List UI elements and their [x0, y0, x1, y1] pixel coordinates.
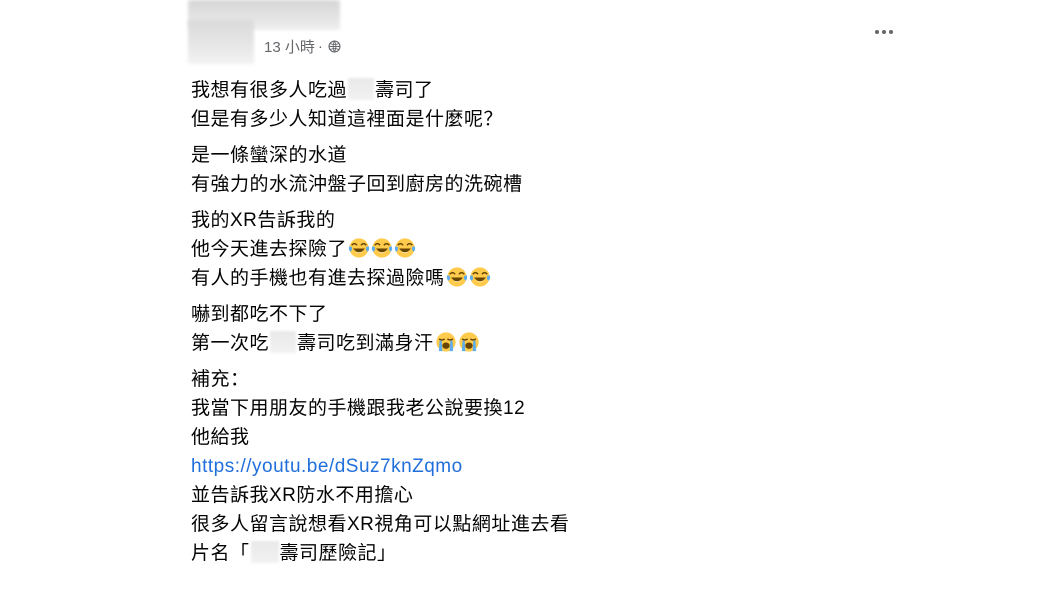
- post-text: 壽司歷險記」: [279, 543, 397, 564]
- post-paragraph: 我想有很多人吃過 壽司了 但是有多少人知道這裡面是什麼呢？: [191, 76, 891, 134]
- redacted-shop-name: [250, 541, 279, 563]
- more-options-icon-dot: [882, 30, 886, 34]
- tears-of-joy-emoji-icon: [371, 237, 393, 259]
- meta-separator: ·: [317, 37, 323, 55]
- post-text: 有人的手機也有進去探過險嗎: [191, 268, 445, 289]
- post-line: 並告訴我XR防水不用擔心: [191, 485, 414, 506]
- more-options-icon-dot: [889, 30, 893, 34]
- post-text: 我想有很多人吃過: [191, 80, 348, 101]
- tears-of-joy-emoji-icon: [469, 266, 491, 288]
- post-body: 我想有很多人吃過 壽司了 但是有多少人知道這裡面是什麼呢？ 是一條蠻深的水道 有強…: [191, 76, 891, 575]
- avatar-redacted[interactable]: [188, 20, 254, 64]
- post-paragraph: 補充： 我當下用朋友的手機跟我老公說要換12 他給我 https://youtu…: [191, 365, 891, 568]
- post-text: 壽司吃到滿身汗: [297, 333, 434, 354]
- post-line: 是一條蠻深的水道: [191, 145, 348, 166]
- post-paragraph: 嚇到都吃不下了 第一次吃 壽司吃到滿身汗: [191, 300, 891, 358]
- more-options-icon: [875, 30, 879, 34]
- redacted-shop-name: [270, 331, 297, 353]
- post-line: 有強力的水流沖盤子回到廚房的洗碗槽: [191, 174, 523, 195]
- post-line: 我當下用朋友的手機跟我老公說要換12: [191, 398, 526, 419]
- post-line: 有人的手機也有進去探過險嗎: [191, 264, 891, 293]
- loudly-crying-emoji-icon: [458, 331, 480, 353]
- more-options-button[interactable]: [868, 20, 900, 44]
- post-text: 他今天進去探險了: [191, 239, 348, 260]
- post-line: https://youtu.be/dSuz7knZqmo: [191, 452, 891, 481]
- post-line: 他給我: [191, 427, 250, 448]
- post-line: 第一次吃 壽司吃到滿身汗: [191, 329, 891, 358]
- youtube-link[interactable]: https://youtu.be/dSuz7knZqmo: [191, 456, 463, 477]
- post-line: 補充：: [191, 369, 250, 390]
- post-line: 但是有多少人知道這裡面是什麼呢？: [191, 109, 504, 130]
- redacted-shop-name: [348, 78, 375, 100]
- tears-of-joy-emoji-icon: [446, 266, 468, 288]
- facebook-post: 13 小時 · 我想有很多人吃過 壽司了 但是有多少人知道這裡面是什麼呢？ 是一條…: [0, 0, 1060, 596]
- post-line: 很多人留言說想看XR視角可以點網址進去看: [191, 514, 570, 535]
- post-line: 嚇到都吃不下了: [191, 304, 328, 325]
- post-meta: 13 小時 ·: [264, 36, 341, 56]
- tears-of-joy-emoji-icon: [394, 237, 416, 259]
- loudly-crying-emoji-icon: [435, 331, 457, 353]
- post-timestamp[interactable]: 13 小時: [264, 36, 315, 57]
- post-text: 片名「: [191, 543, 250, 564]
- post-text: 第一次吃: [191, 333, 270, 354]
- post-paragraph: 是一條蠻深的水道 有強力的水流沖盤子回到廚房的洗碗槽: [191, 141, 891, 199]
- post-line: 我的XR告訴我的: [191, 210, 336, 231]
- post-line: 我想有很多人吃過 壽司了: [191, 76, 891, 105]
- post-text: 壽司了: [375, 80, 434, 101]
- post-line: 片名「 壽司歷險記」: [191, 539, 891, 568]
- globe-icon: [328, 39, 341, 53]
- post-paragraph: 我的XR告訴我的 他今天進去探險了 有人的手機也有進去探過險嗎: [191, 206, 891, 293]
- post-line: 他今天進去探險了: [191, 235, 891, 264]
- tears-of-joy-emoji-icon: [348, 237, 370, 259]
